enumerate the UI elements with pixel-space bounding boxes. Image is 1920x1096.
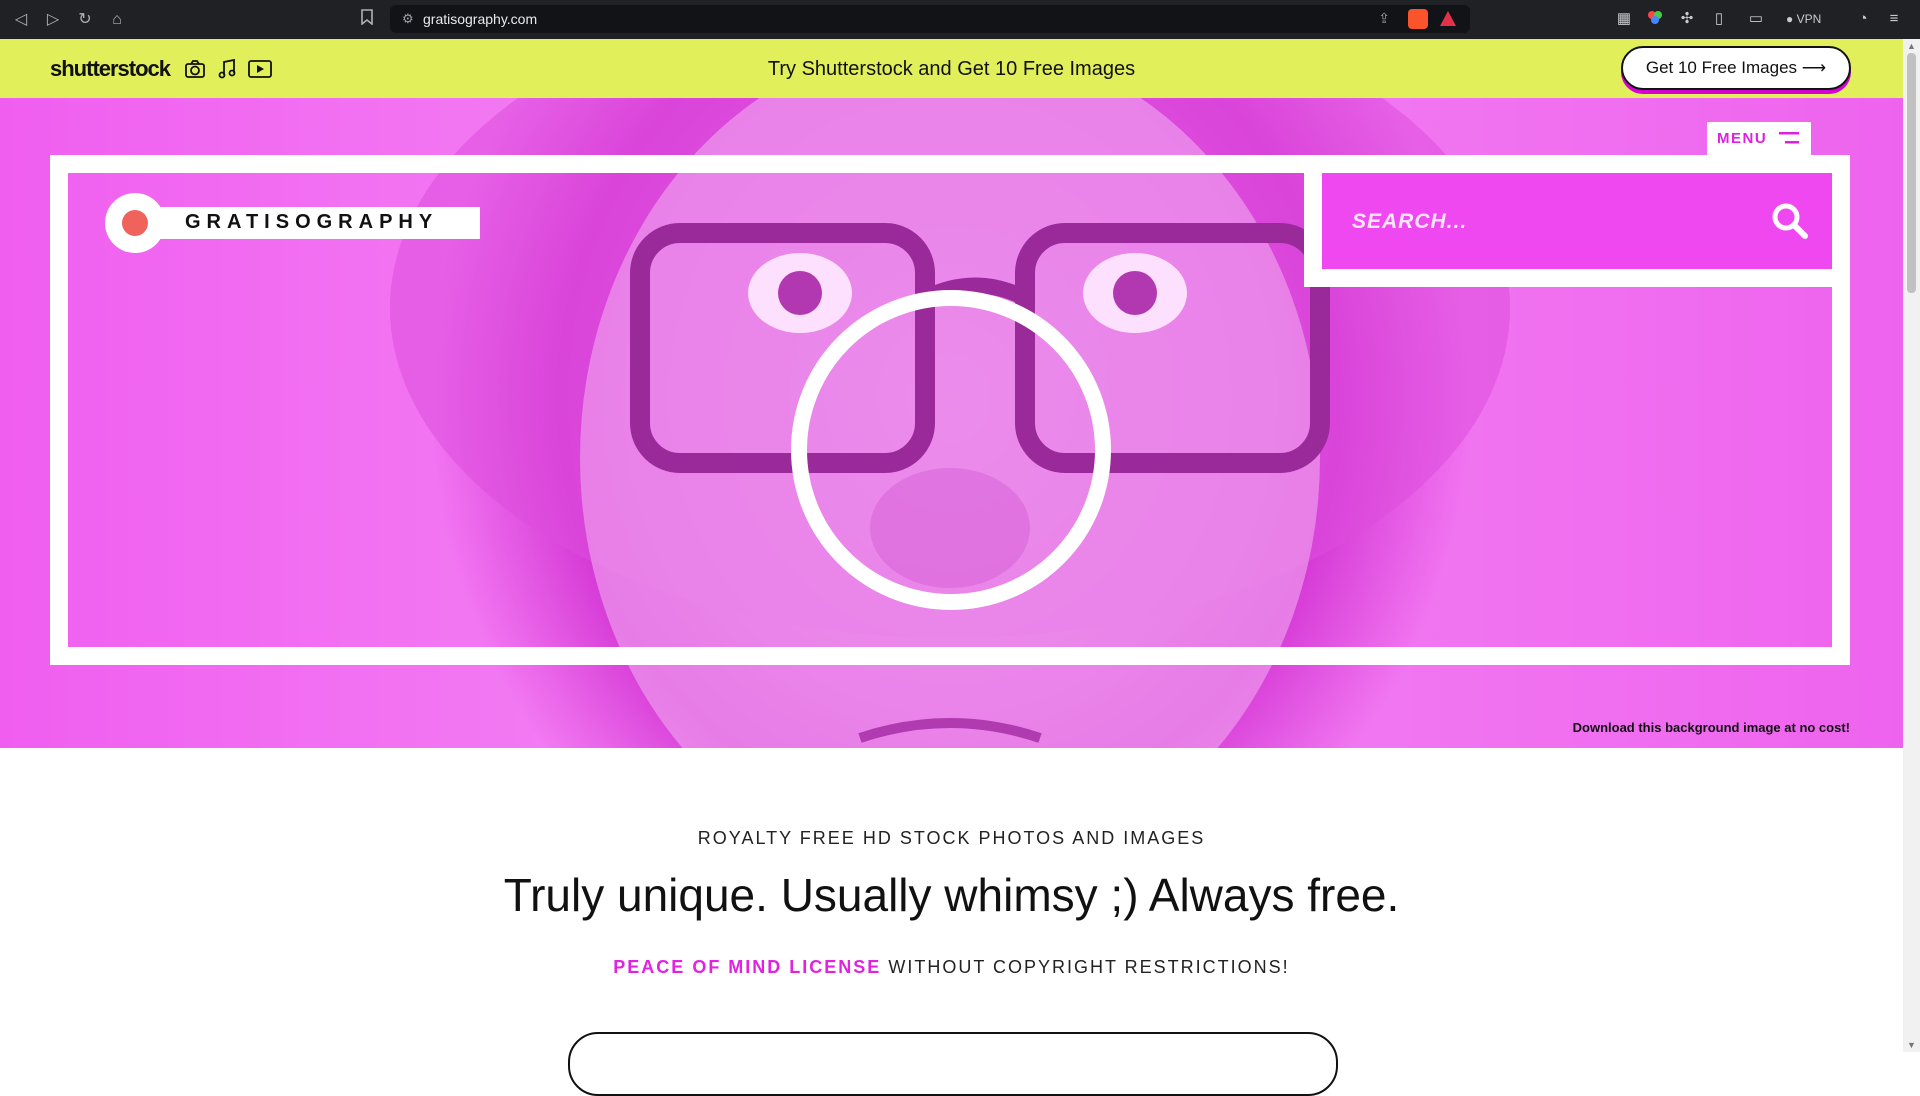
gratisography-logo[interactable]: GRATISOGRAPHY [105, 193, 480, 253]
download-background-link[interactable]: Download this background image at no cos… [1573, 720, 1850, 735]
cta-label: Get 10 Free Images [1645, 58, 1798, 77]
url-text[interactable]: gratisography.com [423, 11, 537, 27]
brave-rewards-icon[interactable] [1438, 9, 1458, 29]
site-name: GRATISOGRAPHY [185, 211, 439, 233]
search-input[interactable] [1350, 203, 1734, 241]
share-icon[interactable]: ⇪ [1378, 10, 1390, 27]
arrow-right-icon: ⟶ [1801, 58, 1827, 77]
color-extension-icon[interactable] [1645, 9, 1665, 29]
vpn-label: VPN [1796, 12, 1822, 26]
scroll-up-icon[interactable]: ▲ [1907, 41, 1916, 51]
bookmark-icon[interactable] [356, 9, 378, 31]
reload-icon[interactable]: ↻ [74, 9, 96, 31]
scrollbar-thumb[interactable] [1907, 53, 1916, 293]
section-kicker: ROYALTY FREE HD STOCK PHOTOS AND IMAGES [697, 828, 1206, 848]
menu-label: MENU [1717, 130, 1768, 147]
shutterstock-promo-text[interactable]: Try Shutterstock and Get 10 Free Images [0, 58, 1903, 81]
forward-icon[interactable]: ▷ [42, 9, 64, 31]
center-ring-graphic [791, 290, 1111, 610]
back-icon[interactable]: ◁ [10, 9, 32, 31]
qr-code-icon[interactable]: ▦ [1614, 9, 1634, 29]
leo-ai-icon[interactable]: ◔ [1853, 9, 1873, 29]
site-settings-icon[interactable]: ⚙ [402, 11, 414, 27]
scroll-down-icon[interactable]: ▼ [1907, 1040, 1916, 1050]
hamburger-icon [1779, 132, 1799, 144]
menu-hamburger-icon[interactable]: ≡ [1884, 9, 1904, 29]
address-bar[interactable]: ⚙ gratisography.com ⇪ [390, 5, 1470, 33]
vpn-button[interactable]: ● VPN [1786, 9, 1836, 29]
browser-toolbar: ◁ ▷ ↻ ⌂ ⚙ gratisography.com ⇪ ▦ ✣ ▯ ▭ ● … [0, 0, 1920, 40]
hero-section: GRATISOGRAPHY MENU Download this backgro… [0, 98, 1903, 748]
search-icon[interactable] [1770, 201, 1810, 241]
get-free-images-button[interactable]: Get 10 Free Images ⟶ [1621, 46, 1851, 90]
search-container [1304, 155, 1850, 287]
page-headline: Truly unique. Usually whimsy ;) Always f… [503, 869, 1400, 921]
extensions-icon[interactable]: ✣ [1677, 9, 1697, 29]
home-icon[interactable]: ⌂ [106, 9, 128, 31]
license-rest-text: WITHOUT COPYRIGHT RESTRICTIONS! [881, 957, 1290, 977]
brave-shields-icon[interactable] [1408, 9, 1428, 29]
shutterstock-banner: shutterstock Try Shutterstock and Get 10… [0, 39, 1903, 99]
page-scrollbar[interactable]: ▲ ▼ [1903, 39, 1920, 1052]
license-line: PEACE OF MIND LICENSE WITHOUT COPYRIGHT … [0, 957, 1903, 978]
peace-of-mind-license-link[interactable]: PEACE OF MIND LICENSE [613, 957, 881, 977]
logo-dot-icon [122, 210, 148, 236]
menu-button[interactable]: MENU [1707, 122, 1811, 156]
bottom-search-pill[interactable] [568, 1032, 1338, 1096]
sidebar-icon[interactable]: ▯ [1709, 9, 1729, 29]
wallet-icon[interactable]: ▭ [1746, 9, 1766, 29]
